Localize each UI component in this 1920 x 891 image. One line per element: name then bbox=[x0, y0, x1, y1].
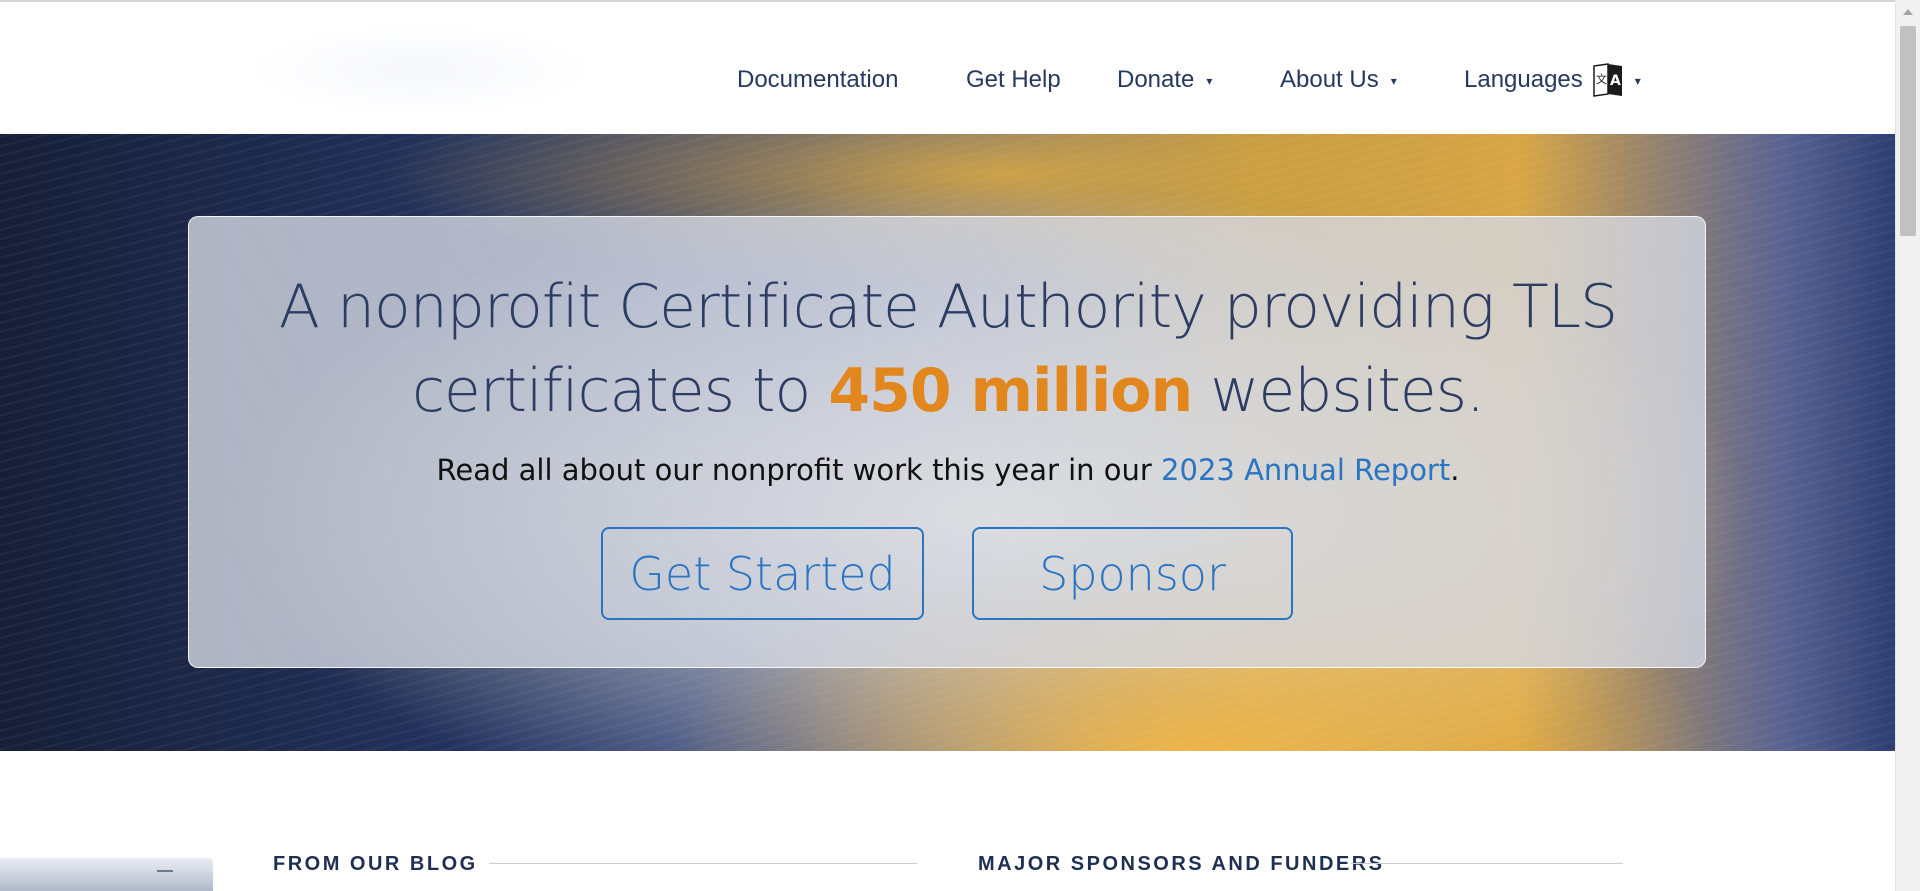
nav-get-help-label: Get Help bbox=[966, 66, 1061, 93]
get-started-button[interactable]: Get Started bbox=[601, 527, 924, 620]
blog-section-divider bbox=[489, 863, 917, 864]
nav-get-help[interactable]: Get Help bbox=[966, 60, 1061, 100]
thumbnail-detail bbox=[157, 870, 173, 872]
nav-documentation-label: Documentation bbox=[737, 66, 899, 93]
subline-period: . bbox=[1450, 453, 1460, 487]
blog-section-title: FROM OUR BLOG bbox=[273, 852, 478, 875]
nav-documentation[interactable]: Documentation bbox=[737, 60, 898, 100]
nav-donate-label: Donate bbox=[1117, 66, 1195, 93]
sponsors-section-divider bbox=[1351, 863, 1623, 864]
translate-icon: 文 A bbox=[1593, 63, 1623, 97]
annual-report-link[interactable]: 2023 Annual Report bbox=[1161, 453, 1450, 487]
scroll-up-icon[interactable] bbox=[1896, 0, 1920, 24]
nav-about-us[interactable]: About Us ▾ bbox=[1280, 60, 1397, 100]
caret-down-icon: ▾ bbox=[1634, 74, 1641, 88]
nav-donate[interactable]: Donate ▾ bbox=[1117, 60, 1212, 100]
hero-headline: A nonprofit Certificate Authority provid… bbox=[189, 265, 1707, 433]
hero-banner: A nonprofit Certificate Authority provid… bbox=[0, 134, 1895, 751]
headline-highlight: 450 million bbox=[828, 356, 1193, 426]
svg-text:文: 文 bbox=[1596, 72, 1607, 86]
sponsors-section-title: MAJOR SPONSORS AND FUNDERS bbox=[978, 852, 1385, 875]
blog-thumbnail-image[interactable] bbox=[0, 858, 213, 891]
headline-line2-start: certificates to bbox=[411, 356, 811, 426]
caret-down-icon: ▾ bbox=[1390, 74, 1397, 88]
subline-text: Read all about our nonprofit work this y… bbox=[436, 453, 1152, 487]
main-nav: Documentation Get Help Donate ▾ About Us… bbox=[0, 60, 1895, 100]
caret-down-icon: ▾ bbox=[1206, 74, 1213, 88]
headline-line1: A nonprofit Certificate Authority provid… bbox=[278, 272, 1618, 342]
nav-languages-label: Languages bbox=[1464, 66, 1583, 93]
nav-languages[interactable]: Languages 文 A ▾ bbox=[1464, 60, 1641, 100]
headline-line2-end: websites. bbox=[1210, 356, 1485, 426]
site-header: Documentation Get Help Donate ▾ About Us… bbox=[0, 2, 1895, 134]
hero-subline: Read all about our nonprofit work this y… bbox=[189, 453, 1707, 487]
sponsor-button[interactable]: Sponsor bbox=[972, 527, 1293, 620]
svg-text:A: A bbox=[1610, 73, 1621, 89]
nav-about-us-label: About Us bbox=[1280, 66, 1379, 93]
hero-card: A nonprofit Certificate Authority provid… bbox=[188, 216, 1706, 668]
vertical-scrollbar[interactable] bbox=[1895, 0, 1920, 891]
scrollbar-thumb[interactable] bbox=[1900, 26, 1916, 236]
